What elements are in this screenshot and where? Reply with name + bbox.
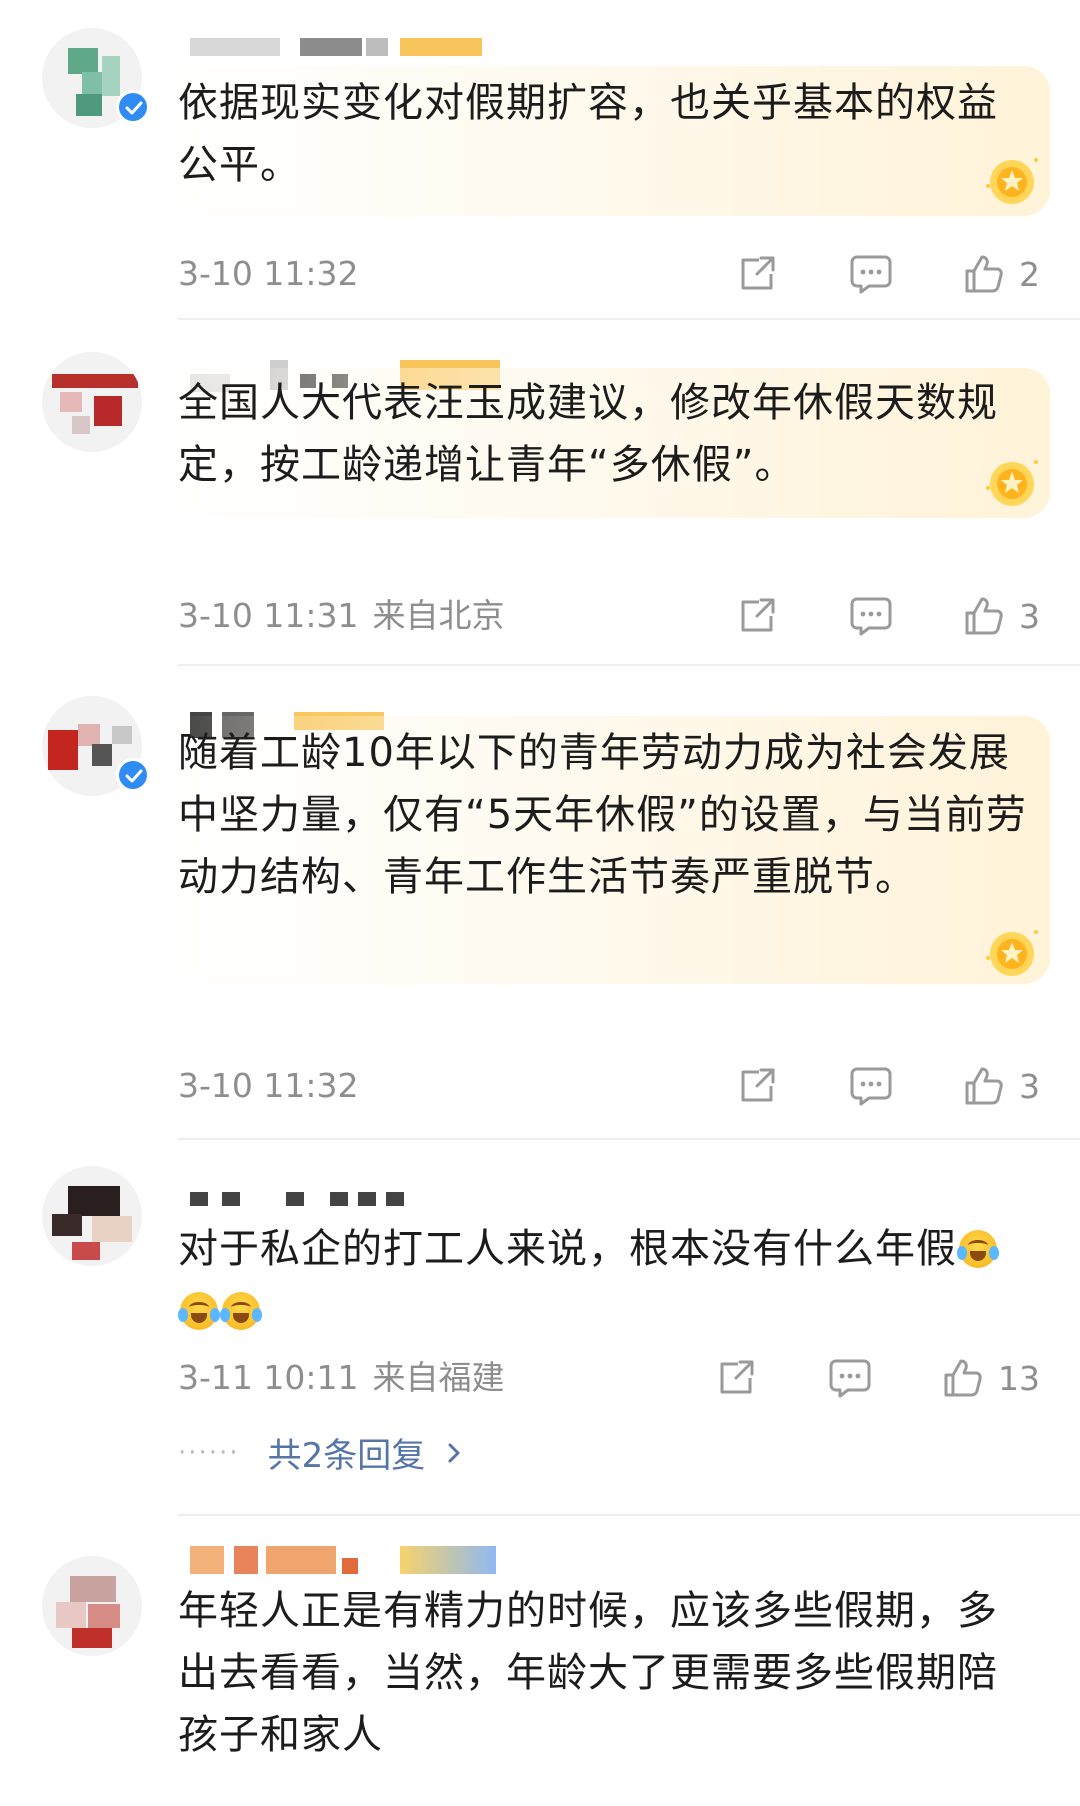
comment-text: 依据现实变化对假期扩容，也关乎基本的权益公平。 [178,80,998,188]
share-button[interactable] [737,1066,779,1106]
view-replies-link[interactable]: ······ 共2条回复 [178,1428,469,1477]
share-icon [720,1360,754,1394]
avatar-mosaic [42,352,142,452]
share-button[interactable] [737,596,779,636]
share-icon [741,598,775,632]
avatar[interactable] [34,1158,150,1274]
comment-time: 3-10 11:31 [178,596,359,635]
comment-item: 对于私企的打工人来说，根本没有什么年假 3-11 10:11 来自福建 13 ·… [0,1140,1080,1516]
like-button[interactable]: 13 [942,1357,1040,1399]
comment-meta: 3-10 11:31 来自北京 [178,596,505,636]
star-badge-icon [982,452,1042,512]
replies-label: 共2条回复 [267,1436,426,1476]
reply-button[interactable] [849,1065,893,1107]
like-button[interactable]: 3 [963,595,1040,637]
avatar[interactable] [34,20,150,136]
comment-location: 来自福建 [372,1358,505,1397]
comment-icon [850,255,892,294]
comment-actions: 3 [667,1064,1040,1108]
avatar[interactable] [34,1548,150,1664]
laugh-cry-emoji [220,1292,262,1330]
comment-meta: 3-11 10:11 来自福建 [178,1358,505,1398]
comment-meta: 3-10 11:32 [178,1066,359,1106]
comment-icon [850,1067,892,1106]
comment-text: 年轻人正是有精力的时候，应该多些假期，多出去看看，当然，年龄大了更需要多些假期陪… [178,1588,998,1758]
comment-time: 3-10 11:32 [178,1066,359,1105]
comment-text: 全国人大代表汪玉成建议，修改年休假天数规定，按工龄递增让青年“多休假”。 [178,380,998,488]
share-button[interactable] [716,1358,758,1398]
star-badge-icon [982,922,1042,982]
reply-button[interactable] [828,1357,872,1399]
username-blurred[interactable] [190,38,550,60]
like-count: 13 [998,1358,1040,1398]
comment-location: 来自北京 [372,596,505,635]
comment-item: 全国人大代表汪玉成建议，修改年休假天数规定，按工龄递增让青年“多休假”。 3-1… [0,320,1080,666]
comment-time: 3-11 10:11 [178,1358,359,1397]
comment-meta: 3-10 11:32 [178,254,359,294]
comment-icon [850,597,892,636]
comment-actions: 2 [667,252,1040,296]
comment-text: 随着工龄10年以下的青年劳动力成为社会发展中坚力量，仅有“5天年休假”的设置，与… [178,730,1027,900]
replies-dots: ······ [178,1437,240,1468]
username-blurred[interactable] [190,1192,550,1214]
like-count: 2 [1019,254,1040,294]
comment-item: 依据现实变化对假期扩容，也关乎基本的权益公平。 3-10 11:32 2 [0,0,1080,320]
comment-time: 3-10 11:32 [178,254,359,293]
comment-actions: 3 [667,594,1040,638]
avatar[interactable] [34,344,150,460]
share-button[interactable] [737,254,779,294]
reply-button[interactable] [849,595,893,637]
thumb-up-icon [944,1359,982,1397]
avatar-mosaic [42,1556,142,1656]
laugh-cry-emoji [957,1230,999,1268]
like-count: 3 [1019,596,1040,636]
comment-actions: 13 [646,1356,1040,1400]
comment-icon [829,1359,871,1398]
avatar-mosaic [42,1166,142,1266]
verified-badge-icon [116,90,150,124]
laugh-cry-emoji [178,1292,220,1330]
comment-text-body: 对于私企的打工人来说，根本没有什么年假 [178,1226,957,1272]
verified-badge-icon [116,758,150,792]
thumb-up-icon [965,597,1003,635]
comment-item: 随着工龄10年以下的青年劳动力成为社会发展中坚力量，仅有“5天年休假”的设置，与… [0,666,1080,1140]
thumb-up-icon [965,1067,1003,1105]
like-count: 3 [1019,1066,1040,1106]
share-icon [741,256,775,290]
thumb-up-icon [965,255,1003,293]
share-icon [741,1068,775,1102]
like-button[interactable]: 2 [963,253,1040,295]
comment-item: 年轻人正是有精力的时候，应该多些假期，多出去看看，当然，年龄大了更需要多些假期陪… [0,1516,1080,1806]
star-badge-icon [982,150,1042,210]
comment-text: 对于私企的打工人来说，根本没有什么年假 [178,1218,1038,1342]
username-blurred[interactable] [190,1546,550,1574]
reply-button[interactable] [849,253,893,295]
like-button[interactable]: 3 [963,1065,1040,1107]
chevron-right-icon [448,1443,460,1462]
avatar[interactable] [34,688,150,804]
